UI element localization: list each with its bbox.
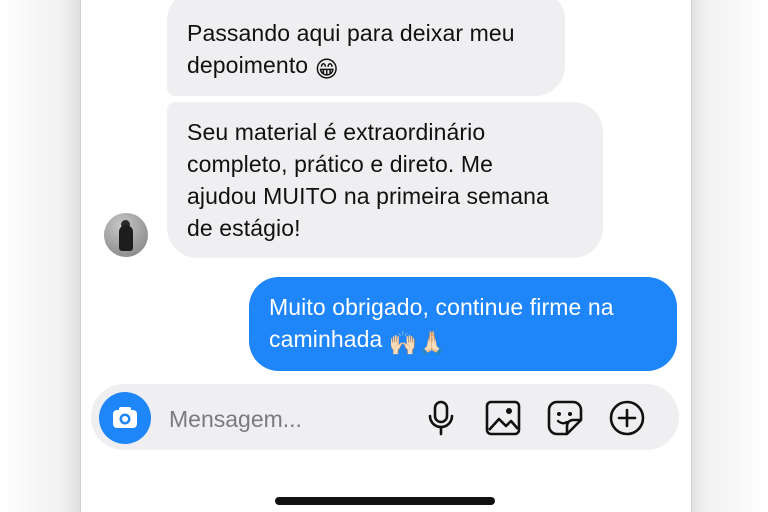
grin-emoji-icon: 😁	[314, 56, 339, 82]
chat-screen: Passando aqui para deixar meu depoimento…	[80, 0, 692, 512]
message-line: de estágio!	[187, 215, 301, 241]
avatar-figure-body	[119, 225, 133, 251]
message-line: caminhada 🙌🏻🙏🏻	[269, 323, 657, 359]
message-input[interactable]	[167, 402, 401, 436]
microphone-icon	[428, 400, 454, 436]
message-line: depoimento 😁	[187, 49, 545, 85]
message-line-text: depoimento	[187, 52, 309, 78]
incoming-message[interactable]: Seu material é extraordinário completo, …	[167, 102, 603, 258]
microphone-button[interactable]	[421, 398, 461, 438]
message-line: Seu material é extraordinário	[187, 119, 486, 145]
add-circle-icon	[609, 400, 645, 436]
contact-avatar[interactable]	[104, 213, 148, 257]
add-button[interactable]	[607, 398, 647, 438]
outgoing-message[interactable]: Muito obrigado, continue firme na caminh…	[249, 277, 677, 371]
sticker-icon	[547, 400, 583, 436]
message-composer	[91, 384, 679, 450]
message-line: Passando aqui para deixar meu	[187, 20, 515, 46]
message-line: completo, prático e direto. Me	[187, 151, 493, 177]
phone-frame-right	[682, 0, 768, 512]
camera-button[interactable]	[99, 392, 151, 444]
message-line-text: caminhada	[269, 326, 383, 352]
camera-icon	[113, 407, 137, 428]
incoming-message[interactable]: Passando aqui para deixar meu depoimento…	[167, 0, 565, 96]
home-indicator[interactable]	[275, 497, 495, 505]
gallery-icon	[485, 400, 521, 436]
phone-frame-left	[0, 0, 86, 512]
raised-hands-pray-emoji-icon: 🙌🏻🙏🏻	[388, 330, 447, 356]
gallery-button[interactable]	[483, 398, 523, 438]
sticker-button[interactable]	[545, 398, 585, 438]
message-line: Muito obrigado, continue firme na	[269, 294, 614, 320]
message-line: ajudou MUITO na primeira semana	[187, 183, 549, 209]
